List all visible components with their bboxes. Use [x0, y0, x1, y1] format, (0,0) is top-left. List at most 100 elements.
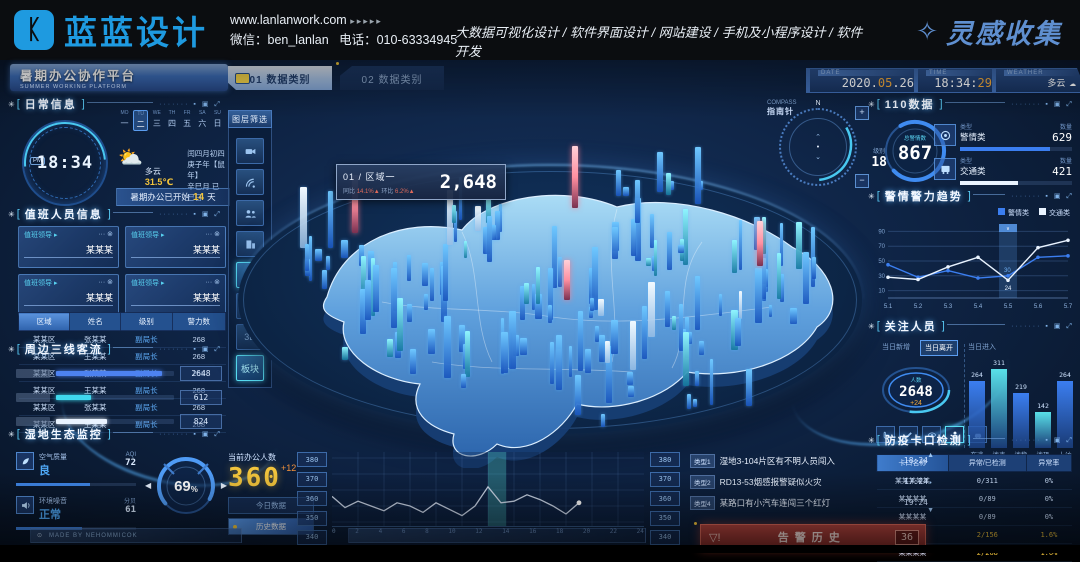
data-column: [616, 170, 621, 196]
alarm-history-label: 告警历史: [729, 529, 895, 545]
week-day[interactable]: SA六: [196, 110, 209, 131]
yaxis-value-box: 340: [650, 530, 680, 545]
panel-window-controls[interactable]: ▪ ▣ ⤢: [1045, 322, 1074, 331]
week-day[interactable]: MO一: [118, 110, 131, 131]
week-day[interactable]: SU日: [211, 110, 224, 131]
panel-window-controls[interactable]: ▪ ▣ ⤢: [1045, 192, 1074, 201]
gauge-arrow-right[interactable]: ▶: [221, 481, 227, 490]
attention-tab[interactable]: 当日新增: [878, 340, 914, 356]
data-column: [558, 257, 562, 287]
panel-title: 防疫卡口检测: [885, 432, 963, 448]
duty-card[interactable]: 值班领导 ▸··· ⊗某某某: [125, 274, 226, 316]
eco-gauge-value: 69: [174, 478, 191, 495]
attention-tab[interactable]: 当日离开: [920, 340, 958, 356]
week-day[interactable]: TU二: [133, 110, 148, 131]
scroll-up-icon[interactable]: ▲: [927, 452, 934, 459]
flow-value: 2648: [180, 366, 222, 381]
alarm-row[interactable]: 类型1湿地3-104片区有不明人员闯入18:24: [690, 452, 934, 469]
week-day[interactable]: TH四: [165, 110, 178, 131]
panel-title: 警情警力趋势: [885, 188, 963, 204]
panel-window-controls[interactable]: ▪ ▣ ⤢: [1045, 100, 1074, 109]
dashboard: 暑期办公协作平台 SUMMER WORKING PLATFORM 01 数据类别…: [0, 60, 1080, 545]
data-column: [464, 241, 467, 258]
office-delta: +12: [281, 463, 296, 473]
duty-col-header[interactable]: 姓名: [70, 313, 121, 331]
week-day[interactable]: FR五: [181, 110, 194, 131]
gauge-arrow-left[interactable]: ◀: [145, 481, 151, 490]
checkpoint-col-header[interactable]: 异常率: [1026, 455, 1071, 472]
panel-duty-staff: ✳[值班人员信息]·······▪ ▣ ⤢ 值班领导 ▸··· ⊗某某某值班领导…: [8, 206, 222, 338]
cloud-icon: ☁: [1069, 76, 1076, 89]
alarm-row[interactable]: 类型4某路口有小汽车连闯三个红灯19:24: [690, 494, 934, 511]
panel-decor: ✳: [868, 100, 875, 109]
alarm-type-badge: 类型2: [690, 475, 715, 489]
panel-110-data: ✳[110数据]·······▪ ▣ ⤢ 总警情数 867 类型警情类数量629…: [868, 96, 1074, 186]
alarm-type-badge: 类型1: [690, 454, 715, 468]
data-column: [465, 331, 470, 377]
duty-col-header[interactable]: 区域: [19, 313, 70, 331]
duty-col-header[interactable]: 级别: [121, 313, 172, 331]
dot-decor: [694, 522, 697, 525]
alarm-list: 类型1湿地3-104片区有不明人员闯入18:24 类型2RD13-53烟感报警疑似…: [690, 452, 934, 515]
checkpoint-col-header[interactable]: 异常/已检测: [948, 455, 1026, 472]
panel-window-controls[interactable]: ▪ ▣ ⤢: [193, 210, 222, 219]
panel-decor: ✳: [8, 430, 15, 439]
legend-item[interactable]: 交通类: [1039, 208, 1070, 218]
panel-window-controls[interactable]: ▪ ▣ ⤢: [193, 430, 222, 439]
yaxis-value-box: 370: [297, 472, 327, 487]
panel-window-controls[interactable]: ▪ ▣ ⤢: [193, 345, 222, 354]
data-column: [461, 374, 466, 388]
logo[interactable]: ᛕ 蓝蓝设计: [14, 6, 208, 54]
panel-passenger-flow: ✳[周边三线客流]·······▪ ▣ ⤢ 2648612824: [8, 341, 222, 423]
duty-col-header[interactable]: 警力数: [172, 313, 225, 331]
redacted-label: [16, 369, 50, 378]
alert-data-column: [757, 221, 763, 266]
zoom-out-button[interactable]: −: [855, 174, 869, 188]
week-strip: MO一TU二WE三TH四FR五SA六SU日: [118, 110, 224, 131]
alarm-row[interactable]: 类型2RD13-53烟感报警疑似火灾17:24: [690, 473, 934, 490]
panel-decor: ✳: [868, 192, 875, 201]
brand-right[interactable]: ✧ 灵感收集: [916, 12, 1062, 51]
panel-window-controls[interactable]: ▪ ▣ ⤢: [193, 100, 222, 109]
panel-title: 关注人员: [885, 318, 937, 334]
duty-cards: 值班领导 ▸··· ⊗某某某值班领导 ▸··· ⊗某某某值班领导 ▸··· ⊗某…: [18, 226, 226, 316]
data-column: [746, 369, 752, 406]
panel-daily-info: ✳[日常信息]·······▪ ▣ ⤢ PM 18:34 MO一TU二WE三TH…: [8, 96, 222, 202]
panel-title: 周边三线客流: [25, 341, 103, 357]
duty-card[interactable]: 值班领导 ▸··· ⊗某某某: [18, 226, 119, 268]
legend-item[interactable]: 警情类: [998, 208, 1029, 218]
duty-card[interactable]: 值班领导 ▸··· ⊗某某某: [18, 274, 119, 316]
panel-window-controls[interactable]: ▪ ▣ ⤢: [1045, 436, 1074, 445]
yaxis-value-box: 350: [650, 511, 680, 526]
data-column: [550, 342, 554, 384]
scroll-thumb[interactable]: •: [929, 480, 931, 487]
data-column: [373, 265, 379, 312]
data-column: [693, 399, 697, 407]
panel-title: 日常信息: [25, 96, 77, 112]
office-chart: [332, 452, 644, 527]
zoom-in-button[interactable]: +: [855, 106, 869, 120]
data-column: [590, 298, 594, 311]
data-column: [536, 267, 540, 304]
data-column: [654, 240, 657, 276]
data-column: [585, 349, 591, 373]
logo-icon: ᛕ: [14, 10, 54, 50]
week-day[interactable]: WE三: [150, 110, 163, 131]
data-column: [428, 329, 435, 354]
redacted-label: [16, 393, 50, 402]
tab-data-category-2[interactable]: 02 数据类别: [340, 66, 444, 90]
website-link[interactable]: www.lanlanwork.com: [230, 13, 347, 27]
footer-strip: [348, 528, 646, 543]
duty-card[interactable]: 值班领导 ▸··· ⊗某某某: [125, 226, 226, 268]
office-yaxis-right: 380370360350340: [650, 448, 680, 545]
office-value: 360: [228, 463, 281, 493]
data-column: [322, 270, 327, 289]
data-column: [695, 276, 700, 330]
data-column: [430, 268, 434, 301]
eco-metric: 环境噪音正常分贝61: [16, 496, 136, 530]
warning-triangle-icon: ▽!: [709, 531, 721, 544]
tooltip-value: 2,648: [440, 171, 505, 193]
yaxis-value-box: 380: [297, 452, 327, 467]
tab-data-category-1[interactable]: 01 数据类别: [228, 66, 332, 90]
scroll-down-icon[interactable]: ▼: [927, 507, 934, 514]
